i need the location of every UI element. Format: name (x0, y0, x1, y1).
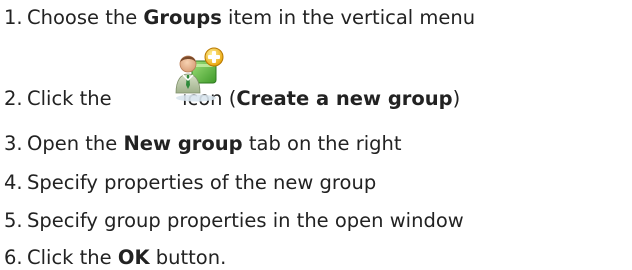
step-text: button. (149, 246, 227, 269)
step-bold-text: OK (117, 246, 150, 269)
step-bold-text: Create a new group (236, 87, 453, 110)
step-bold-text: Groups (143, 6, 222, 29)
step-text: Click the (27, 87, 118, 110)
step-number: 1. (4, 6, 23, 29)
step-text: Open the (27, 132, 124, 155)
step-bold-text: New group (123, 132, 243, 155)
step-6: 6. Click the OK button. (0, 246, 226, 270)
step-text: ) (452, 87, 461, 110)
step-number: 3. (4, 132, 23, 155)
step-number: 4. (4, 171, 23, 194)
step-2: 2.Click the icon (Create a new group) (0, 87, 460, 111)
step-5: 5. Specify group properties in the open w… (0, 209, 464, 233)
step-1: 1. Choose the Groups item in the vertical… (0, 6, 475, 30)
step-3: 3. Open the New group tab on the right (0, 132, 402, 156)
step-text: Specify group properties in the open win… (27, 209, 464, 232)
step-text: item in the vertical menu (221, 6, 476, 29)
step-text: tab on the right (242, 132, 402, 155)
step-4: 4. Specify properties of the new group (0, 171, 376, 195)
step-number: 5. (4, 209, 23, 232)
step-number: 6. (4, 246, 23, 269)
step-number: 2. (4, 87, 23, 110)
create-group-icon (172, 47, 226, 103)
step-text: Choose the (27, 6, 144, 29)
step-text: Specify properties of the new group (27, 171, 377, 194)
step-text: Click the (27, 246, 118, 269)
